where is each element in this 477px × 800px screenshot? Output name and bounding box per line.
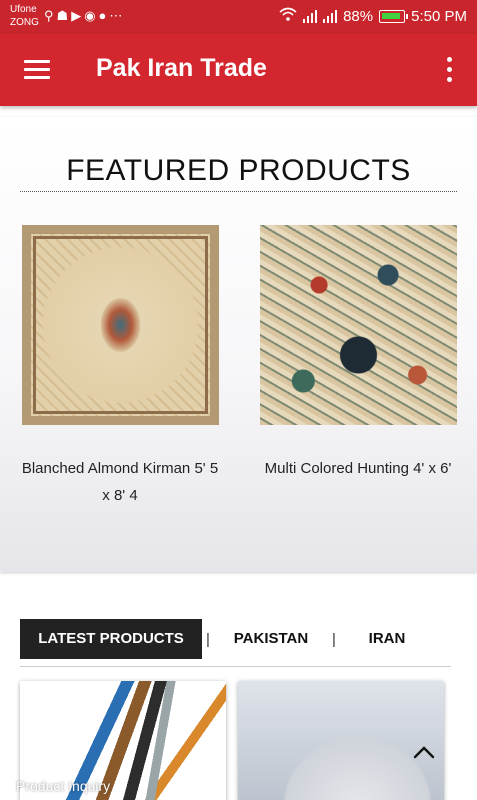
featured-section: FEATURED PRODUCTS Blanched Almond Kirman… <box>0 117 477 572</box>
battery-icon <box>379 9 409 23</box>
featured-product[interactable]: Multi Colored Hunting 4' x 6' <box>258 225 458 482</box>
product-image-rug-hunting[interactable] <box>259 225 457 425</box>
chevron-up-icon[interactable] <box>410 740 438 764</box>
more-icon: ⋯ <box>109 8 126 23</box>
hamburger-menu-icon[interactable] <box>20 56 54 84</box>
snapchat-icon: ☗ <box>56 8 72 23</box>
product-image-rug-kirman[interactable] <box>21 225 219 425</box>
battery-percent: 88% <box>343 7 374 25</box>
carrier-2: ZONG <box>10 17 39 28</box>
featured-product[interactable]: Blanched Almond Kirman 5' 5 x 8' 4 <box>20 225 220 509</box>
notification-icons: ⚲☗▶◉●⋯ <box>44 8 125 24</box>
app-title: Pak Iran Trade <box>96 54 267 82</box>
signal-icon <box>323 9 338 23</box>
overflow-menu-icon[interactable] <box>443 54 457 86</box>
usb-icon: ⚲ <box>44 8 57 23</box>
tab-pakistan[interactable]: PAKISTAN <box>220 619 322 659</box>
carrier-labels: Ufone ZONG <box>10 3 39 29</box>
tab-latest-products[interactable]: LATEST PRODUCTS <box>20 619 202 659</box>
tab-iran[interactable]: IRAN <box>350 619 424 659</box>
product-name[interactable]: Blanched Almond Kirman 5' 5 x 8' 4 <box>20 455 220 509</box>
wifi-icon <box>279 7 297 25</box>
signal-icon <box>303 9 318 23</box>
status-bar: Ufone ZONG ⚲☗▶◉●⋯ 88% 5:50 PM <box>0 0 477 34</box>
clock: 5:50 PM <box>411 7 467 25</box>
product-name[interactable]: Multi Colored Hunting 4' x 6' <box>258 455 458 482</box>
product-inquiry-button[interactable]: Product Inquiry <box>16 778 110 794</box>
tab-separator: | <box>332 631 336 648</box>
carrier-1: Ufone <box>10 4 37 15</box>
category-tabs: LATEST PRODUCTS | PAKISTAN | IRAN <box>20 619 451 659</box>
chat-icon: ● <box>98 8 110 23</box>
featured-divider <box>20 191 457 192</box>
status-right: 88% 5:50 PM <box>279 7 467 25</box>
tabs-underline <box>20 666 451 667</box>
app-bar: Pak Iran Trade <box>0 34 477 106</box>
youtube-icon: ▶ <box>71 8 85 23</box>
tab-separator: | <box>206 631 210 648</box>
media-icon: ◉ <box>84 8 99 23</box>
featured-title: FEATURED PRODUCTS <box>66 154 411 187</box>
